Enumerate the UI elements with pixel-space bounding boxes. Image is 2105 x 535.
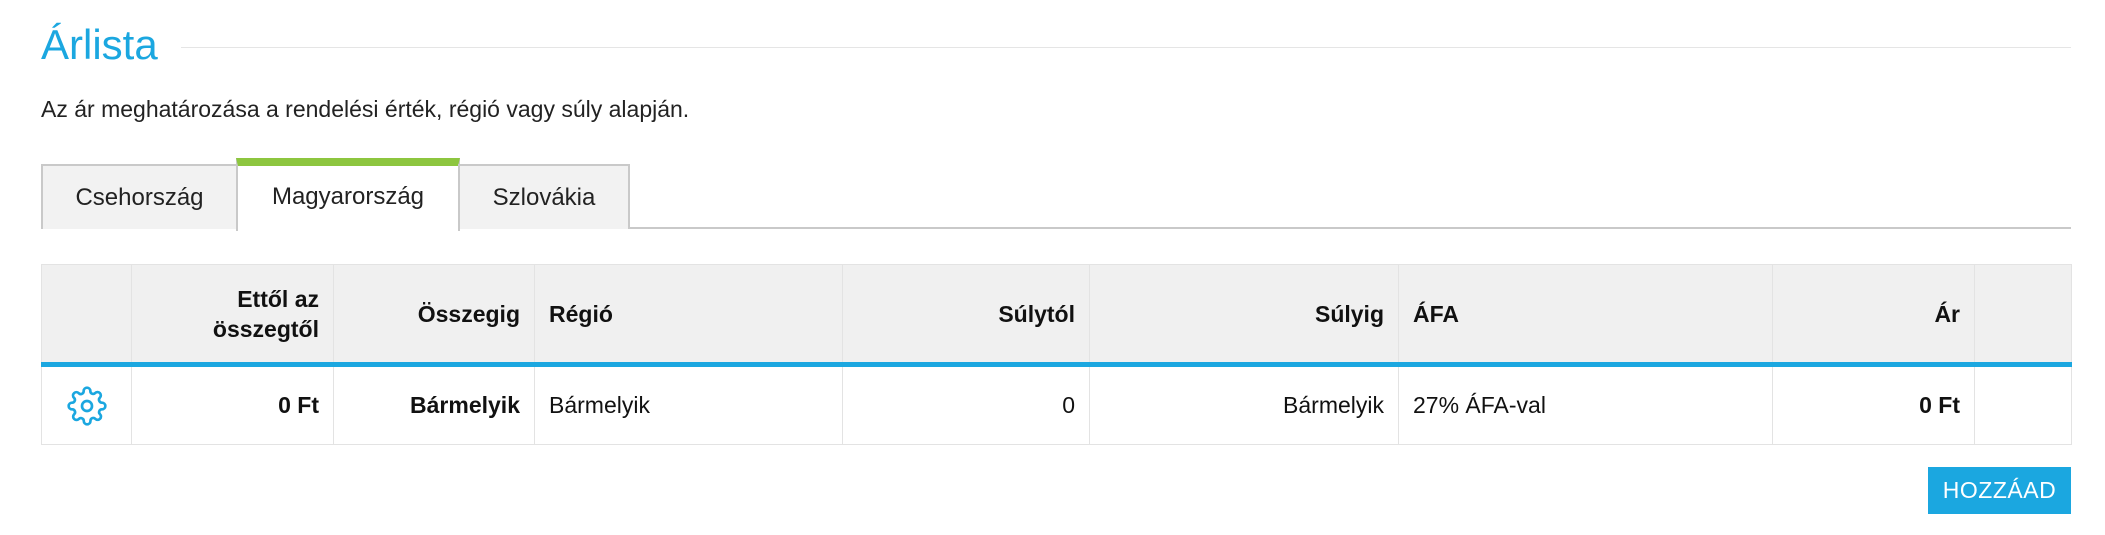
cell-from-amount: 0 Ft [131,364,334,445]
add-button[interactable]: HOZZÁAD [1928,467,2071,514]
table-row: 0 Ft Bármelyik Bármelyik 0 Bármelyik 27%… [41,364,2072,445]
cell-region: Bármelyik [534,364,843,445]
col-price-header[interactable]: Ár [1772,264,1975,367]
col-actions-header [41,264,132,367]
col-region-header[interactable]: Régió [534,264,843,367]
col-from-amount-header[interactable]: Ettől az összegtől [131,264,334,367]
table-header-row: Ettől az összegtől Összegig Régió Súlytó… [41,264,2072,367]
title-row: Árlista [41,18,2071,78]
price-table: Ettől az összegtől Összegig Régió Súlytó… [41,264,2072,445]
col-empty-header [1974,264,2072,367]
tab-szlovakia[interactable]: Szlovákia [458,164,630,229]
col-vat-header[interactable]: ÁFA [1398,264,1773,367]
row-settings-cell [41,364,132,445]
cell-to-amount: Bármelyik [333,364,535,445]
cell-from-weight: 0 [842,364,1090,445]
col-from-weight-header[interactable]: Súlytól [842,264,1090,367]
cell-to-weight: Bármelyik [1089,364,1399,445]
col-to-amount-header[interactable]: Összegig [333,264,535,367]
tab-csehorszag[interactable]: Csehország [41,164,238,229]
country-tabs: Csehország Magyarország Szlovákia [41,158,2071,231]
cell-vat: 27% ÁFA-val [1398,364,1773,445]
page-subtitle: Az ár meghatározása a rendelési érték, r… [41,96,690,122]
cell-empty [1974,364,2072,445]
title-divider [181,47,2071,48]
col-to-weight-header[interactable]: Súlyig [1089,264,1399,367]
tab-magyarorszag[interactable]: Magyarország [236,158,460,231]
page-title: Árlista [41,21,158,68]
gear-icon[interactable] [66,385,107,426]
cell-price: 0 Ft [1772,364,1975,445]
